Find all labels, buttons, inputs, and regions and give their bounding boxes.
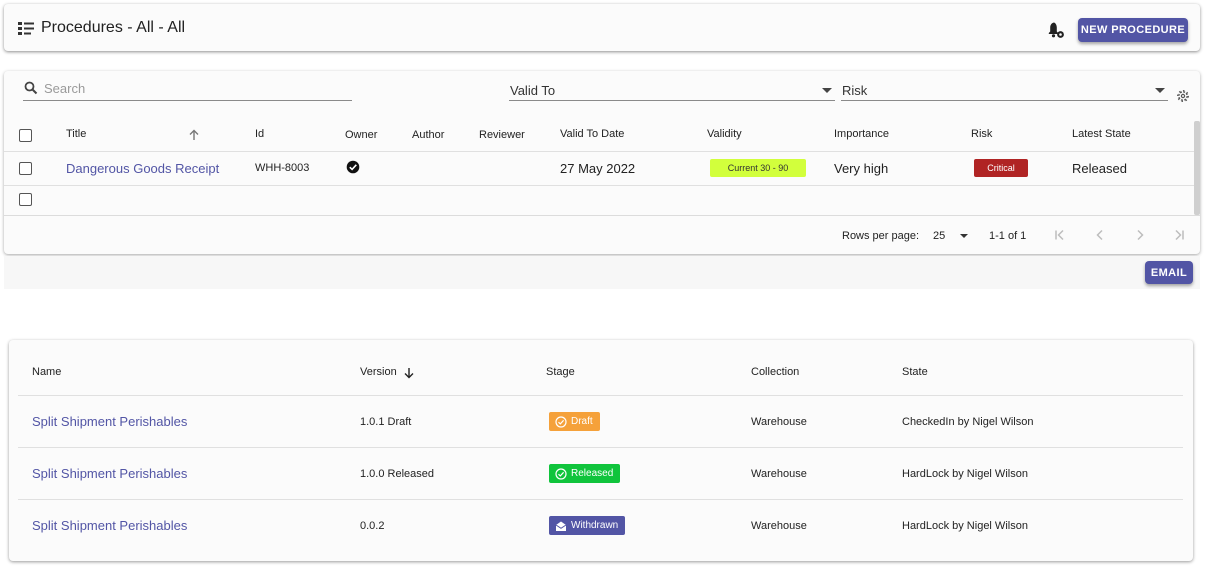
collection-value: Warehouse xyxy=(751,468,807,480)
scrollbar[interactable] xyxy=(1194,121,1200,215)
list-icon[interactable] xyxy=(18,21,34,35)
arrow-down-icon[interactable] xyxy=(403,367,415,379)
state-value: CheckedIn by Nigel Wilson xyxy=(902,416,1034,428)
importance-value: Very high xyxy=(834,161,889,176)
state-value: HardLock by Nigel Wilson xyxy=(902,468,1028,480)
row-checkbox[interactable] xyxy=(19,193,32,206)
chevron-down-icon xyxy=(1155,88,1165,93)
actions-bar xyxy=(4,256,1200,289)
column-header-valid-to-date[interactable]: Valid To Date xyxy=(560,128,624,140)
pagination-range: 1-1 of 1 xyxy=(989,230,1027,242)
envelope-open-icon xyxy=(555,521,567,531)
version-name-link[interactable]: Split Shipment Perishables xyxy=(32,414,187,429)
check-circle-icon xyxy=(346,160,360,174)
stage-label: Released xyxy=(571,468,614,479)
column-header-stage[interactable]: Stage xyxy=(546,366,575,378)
stage-badge-withdrawn: Withdrawn xyxy=(549,516,626,535)
column-header-id[interactable]: Id xyxy=(255,128,264,140)
stage-label: Draft xyxy=(571,416,593,427)
column-header-risk[interactable]: Risk xyxy=(971,128,992,140)
chevron-down-icon xyxy=(822,88,832,93)
column-header-version[interactable]: Version xyxy=(360,366,397,378)
clock-check-icon xyxy=(555,467,567,480)
column-header-owner[interactable]: Owner xyxy=(345,129,377,141)
procedure-id: WHH-8003 xyxy=(255,162,310,174)
divider xyxy=(18,499,1183,500)
column-header-title[interactable]: Title xyxy=(66,128,86,140)
previous-page-icon[interactable] xyxy=(1093,228,1107,242)
validity-badge: Current 30 - 90 xyxy=(710,159,806,177)
rows-per-page-select[interactable]: 25 xyxy=(933,230,945,242)
risk-select[interactable]: Risk xyxy=(841,77,1168,101)
divider xyxy=(4,185,1194,186)
risk-badge: Critical xyxy=(974,159,1028,177)
valid-to-select[interactable]: Valid To xyxy=(509,77,835,101)
latest-state-value: Released xyxy=(1072,161,1127,176)
version-value: 0.0.2 xyxy=(360,520,385,532)
valid-to-date: 27 May 2022 xyxy=(560,161,636,176)
collection-value: Warehouse xyxy=(751,520,807,532)
first-page-icon[interactable] xyxy=(1053,228,1067,242)
version-name-link[interactable]: Split Shipment Perishables xyxy=(32,518,187,533)
column-header-reviewer[interactable]: Reviewer xyxy=(479,129,525,141)
divider xyxy=(4,215,1200,216)
column-header-importance[interactable]: Importance xyxy=(834,128,889,140)
column-header-author[interactable]: Author xyxy=(412,129,444,141)
rows-per-page-label: Rows per page: xyxy=(842,230,920,242)
version-value: 1.0.1 Draft xyxy=(360,416,412,428)
risk-select-label: Risk xyxy=(842,83,868,98)
clock-check-icon xyxy=(555,415,567,428)
stage-badge-released: Released xyxy=(549,464,621,483)
column-header-state[interactable]: State xyxy=(902,366,928,378)
version-value: 1.0.0 Released xyxy=(360,468,434,480)
email-button[interactable]: EMAIL xyxy=(1145,261,1193,284)
procedures-panel: Valid To Risk Title Id Owner Author Revi… xyxy=(4,71,1200,254)
select-all-checkbox[interactable] xyxy=(19,129,32,142)
column-header-name[interactable]: Name xyxy=(32,366,61,378)
collection-value: Warehouse xyxy=(751,416,807,428)
stage-badge-draft: Draft xyxy=(549,412,600,431)
divider xyxy=(18,395,1183,396)
versions-panel: Name Version Stage Collection State Spli… xyxy=(9,340,1193,561)
procedure-title-link[interactable]: Dangerous Goods Receipt xyxy=(66,161,219,176)
gear-icon[interactable] xyxy=(1176,89,1190,103)
last-page-icon[interactable] xyxy=(1172,228,1186,242)
search-input[interactable] xyxy=(23,77,352,101)
chevron-down-icon[interactable] xyxy=(960,234,968,238)
next-page-icon[interactable] xyxy=(1133,228,1147,242)
column-header-latest-state[interactable]: Latest State xyxy=(1072,128,1131,140)
column-header-collection[interactable]: Collection xyxy=(751,366,799,378)
state-value: HardLock by Nigel Wilson xyxy=(902,520,1028,532)
column-header-validity[interactable]: Validity xyxy=(707,128,742,140)
stage-label: Withdrawn xyxy=(571,520,619,531)
notification-settings-icon[interactable] xyxy=(1046,20,1066,40)
new-procedure-button[interactable]: NEW PROCEDURE xyxy=(1078,18,1188,42)
valid-to-select-label: Valid To xyxy=(510,83,556,98)
page-title: Procedures - All - All xyxy=(41,19,186,36)
app-header: Procedures - All - All NEW PROCEDURE xyxy=(4,4,1200,51)
row-checkbox[interactable] xyxy=(19,162,32,175)
divider xyxy=(18,447,1183,448)
arrow-up-icon[interactable] xyxy=(188,129,200,141)
divider xyxy=(4,151,1194,152)
version-name-link[interactable]: Split Shipment Perishables xyxy=(32,466,187,481)
